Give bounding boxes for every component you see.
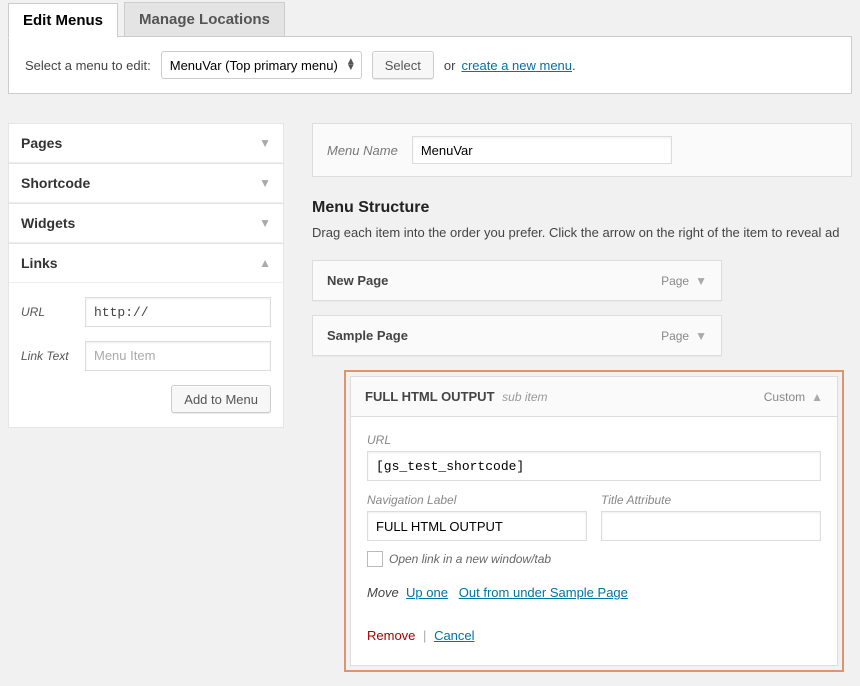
tab-edit-menus[interactable]: Edit Menus	[8, 3, 118, 38]
link-text-label: Link Text	[21, 349, 85, 363]
menu-select[interactable]: MenuVar (Top primary menu)	[161, 51, 362, 79]
accordion-shortcode[interactable]: Shortcode ▼	[9, 164, 283, 203]
nav-label-label: Navigation Label	[367, 493, 587, 507]
menu-name-input[interactable]	[412, 136, 672, 164]
separator: |	[423, 628, 426, 643]
nav-label-input[interactable]	[367, 511, 587, 541]
title-attr-label: Title Attribute	[601, 493, 821, 507]
chevron-down-icon: ▼	[695, 329, 707, 343]
chevron-up-icon: ▲	[811, 390, 823, 404]
move-up-one-link[interactable]: Up one	[406, 585, 448, 600]
chevron-down-icon: ▼	[259, 216, 271, 230]
open-new-tab-checkbox[interactable]	[367, 551, 383, 567]
accordion-pages[interactable]: Pages ▼	[9, 124, 283, 163]
accordion-links[interactable]: Links ▲	[9, 244, 283, 283]
select-menu-label: Select a menu to edit:	[25, 58, 151, 73]
menu-item-sample-page[interactable]: Sample Page Page ▼	[312, 315, 722, 356]
add-to-menu-button[interactable]: Add to Menu	[171, 385, 271, 413]
or-text: or	[444, 58, 456, 73]
tab-manage-locations[interactable]: Manage Locations	[124, 2, 285, 37]
menu-structure-heading: Menu Structure	[312, 199, 852, 217]
move-label: Move	[367, 585, 399, 600]
link-text-input[interactable]	[85, 341, 271, 371]
menu-item-new-page[interactable]: New Page Page ▼	[312, 260, 722, 301]
accordion-widgets[interactable]: Widgets ▼	[9, 204, 283, 243]
item-url-input[interactable]	[367, 451, 821, 481]
remove-link[interactable]: Remove	[367, 628, 415, 643]
select-button[interactable]: Select	[372, 51, 434, 79]
menu-item-full-html-output[interactable]: FULL HTML OUTPUT sub item Custom ▲	[350, 376, 838, 417]
move-out-link[interactable]: Out from under Sample Page	[459, 585, 628, 600]
open-new-tab-label: Open link in a new window/tab	[389, 552, 551, 566]
chevron-down-icon: ▼	[259, 176, 271, 190]
menu-structure-hint: Drag each item into the order you prefer…	[312, 225, 852, 240]
create-new-menu-link[interactable]: create a new menu	[461, 58, 572, 73]
item-url-label: URL	[367, 433, 821, 447]
title-attr-input[interactable]	[601, 511, 821, 541]
chevron-up-icon: ▲	[259, 256, 271, 270]
chevron-down-icon: ▼	[695, 274, 707, 288]
url-label: URL	[21, 305, 85, 319]
url-input[interactable]	[85, 297, 271, 327]
chevron-down-icon: ▼	[259, 136, 271, 150]
expanded-menu-item: FULL HTML OUTPUT sub item Custom ▲ URL N…	[344, 370, 844, 672]
cancel-link[interactable]: Cancel	[434, 628, 474, 643]
menu-name-label: Menu Name	[327, 143, 398, 158]
